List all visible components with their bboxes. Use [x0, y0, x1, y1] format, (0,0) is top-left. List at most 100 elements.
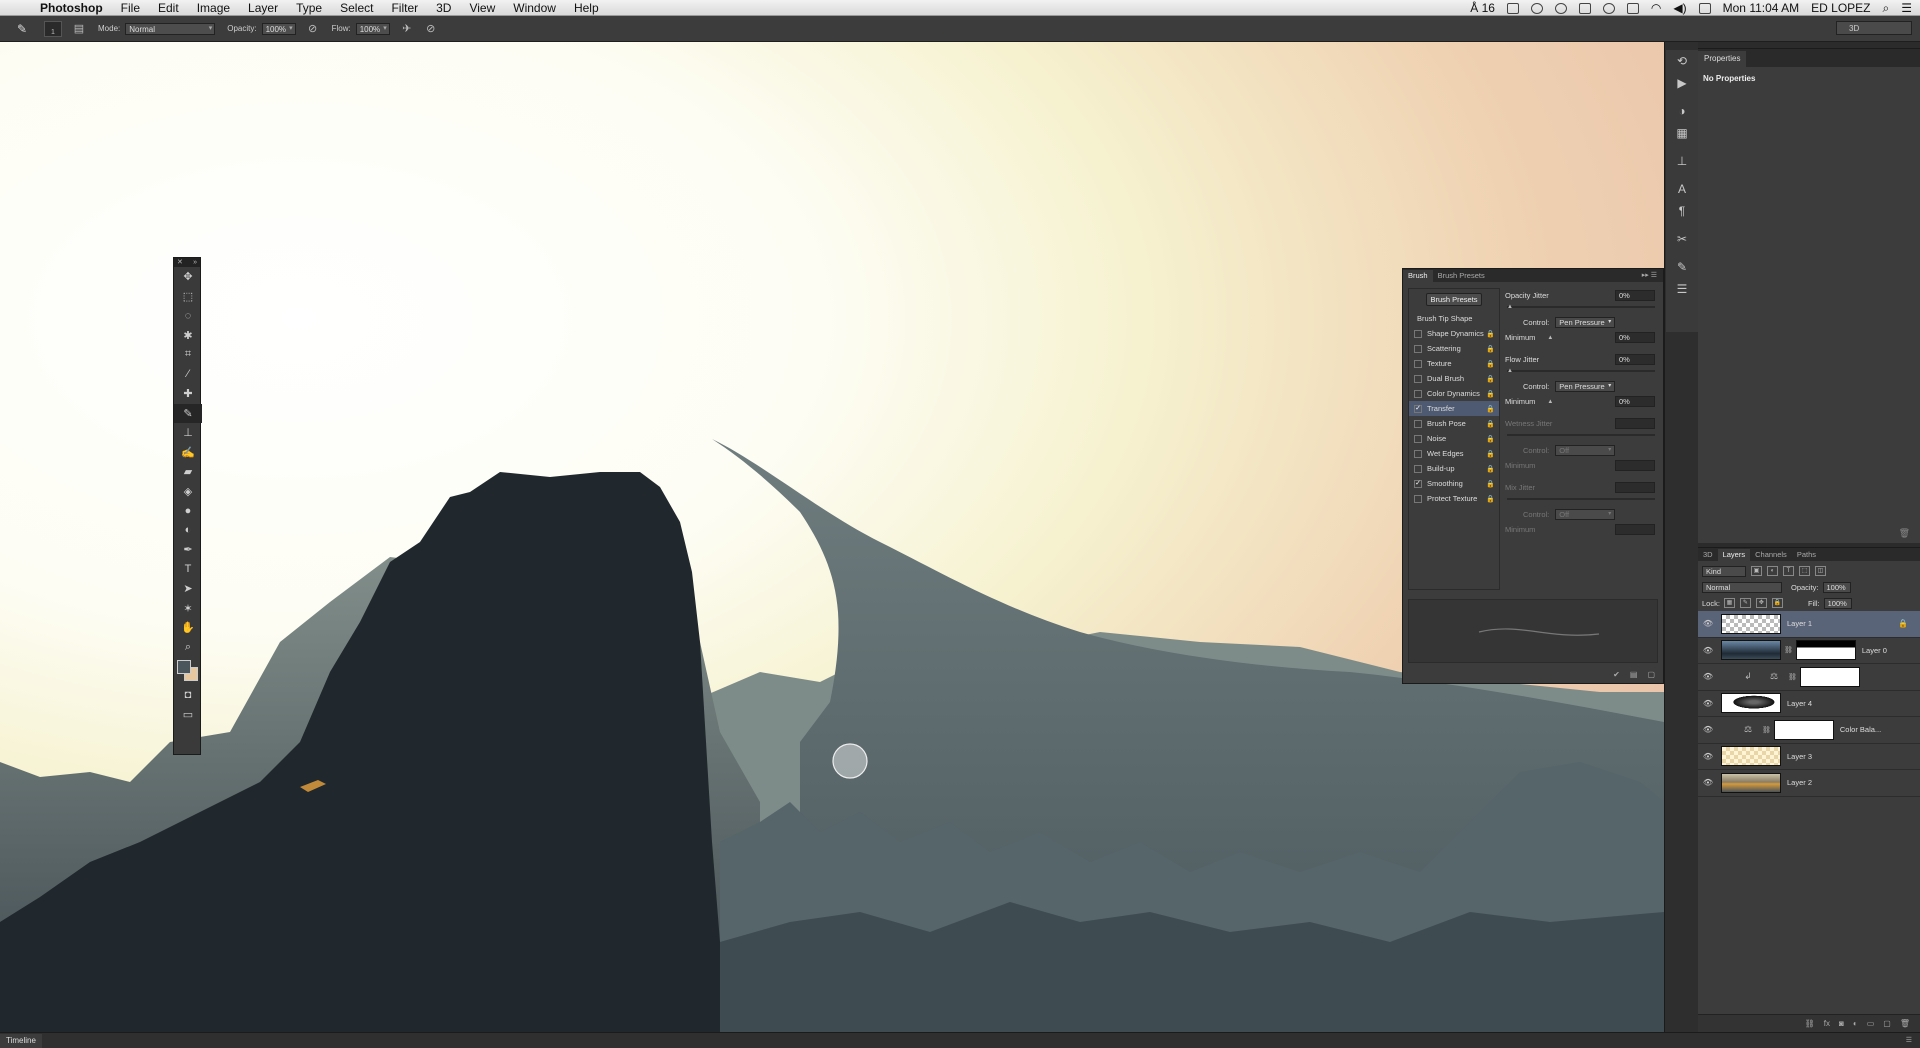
- checkbox[interactable]: [1414, 329, 1422, 338]
- brush-option-wet-edges[interactable]: Wet Edges 🔒: [1409, 446, 1499, 461]
- quick-mask-icon[interactable]: ◘: [174, 685, 202, 705]
- eye-icon[interactable]: 👁: [1698, 752, 1718, 761]
- eye-icon[interactable]: 👁: [1698, 646, 1718, 655]
- wifi-icon[interactable]: ◠: [1651, 1, 1661, 15]
- layer-style-icon[interactable]: fx: [1824, 1019, 1830, 1028]
- checkbox[interactable]: [1414, 344, 1422, 353]
- history-panel-icon[interactable]: ⟲: [1666, 50, 1698, 72]
- menu-type[interactable]: Type: [287, 1, 331, 15]
- checkbox[interactable]: [1414, 494, 1422, 503]
- lock-icon[interactable]: 🔒: [1486, 375, 1495, 383]
- history-brush-tool-icon[interactable]: ✍: [174, 443, 202, 463]
- tools-panel-header[interactable]: ✕»: [174, 258, 200, 267]
- airbrush-icon[interactable]: ✈: [400, 22, 414, 36]
- eye-icon[interactable]: 👁: [1698, 778, 1718, 787]
- tool-presets-panel-icon[interactable]: ✂: [1666, 228, 1698, 250]
- tab-timeline[interactable]: Timeline: [0, 1033, 42, 1048]
- path-select-tool-icon[interactable]: ➤: [174, 579, 202, 599]
- brush-option-noise[interactable]: Noise 🔒: [1409, 431, 1499, 446]
- link-layers-icon[interactable]: ⛓: [1805, 1019, 1815, 1028]
- clone-stamp-tool-icon[interactable]: ⊥: [174, 423, 202, 443]
- layer-row[interactable]: 👁 Layer 3: [1698, 744, 1920, 770]
- type-tool-icon[interactable]: T: [174, 560, 202, 580]
- lock-all-icon[interactable]: 🔒: [1771, 598, 1783, 608]
- menu-help[interactable]: Help: [565, 1, 608, 15]
- brush-option-build-up[interactable]: Build-up 🔒: [1409, 461, 1499, 476]
- blur-tool-icon[interactable]: ●: [174, 501, 202, 521]
- eye-icon[interactable]: 👁: [1698, 725, 1718, 734]
- workspace-switcher[interactable]: 3D: [1836, 21, 1912, 35]
- layer-row[interactable]: 👁 Layer 2: [1698, 770, 1920, 797]
- panel-menu-icon[interactable]: ☰: [1906, 1036, 1912, 1044]
- sync-icon[interactable]: [1530, 2, 1543, 14]
- foreground-color-swatch[interactable]: [177, 660, 191, 674]
- paint-bucket-tool-icon[interactable]: ◈: [174, 482, 202, 502]
- close-icon[interactable]: ✕: [177, 258, 183, 267]
- lock-icon[interactable]: 🔒: [1486, 345, 1495, 353]
- camera-icon[interactable]: [1578, 2, 1591, 14]
- dodge-tool-icon[interactable]: ◐: [174, 521, 202, 541]
- clock[interactable]: Mon 11:04 AM: [1723, 1, 1800, 15]
- blend-mode-select[interactable]: Normal: [1702, 581, 1782, 593]
- brush-option-color-dynamics[interactable]: Color Dynamics 🔒: [1409, 386, 1499, 401]
- create-new-brush-icon[interactable]: ▢: [1647, 670, 1655, 679]
- brush-option-transfer[interactable]: ✓ Transfer 🔒: [1409, 401, 1499, 416]
- lock-icon[interactable]: 🔒: [1486, 450, 1495, 458]
- link-icon[interactable]: ⛓: [1788, 673, 1797, 681]
- new-adjustment-icon[interactable]: ◐: [1853, 1019, 1858, 1028]
- layer-row[interactable]: 👁 ↲ ⚖ ⛓: [1698, 664, 1920, 691]
- layer-row[interactable]: 👁 Layer 1 🔒: [1698, 611, 1920, 638]
- eye-icon[interactable]: 👁: [1698, 699, 1718, 708]
- trash-icon[interactable]: 🗑: [1900, 1019, 1910, 1028]
- expand-icon[interactable]: »: [193, 258, 197, 267]
- add-mask-icon[interactable]: ◙: [1839, 1019, 1844, 1028]
- menu-3d[interactable]: 3D: [427, 1, 460, 15]
- app-menu[interactable]: Photoshop: [38, 1, 112, 15]
- brush-presets-panel-icon[interactable]: ✎: [1666, 256, 1698, 278]
- lock-icon[interactable]: 🔒: [1486, 360, 1495, 368]
- volume-icon[interactable]: ◀): [1673, 1, 1686, 15]
- slider-knob-icon[interactable]: ▲: [1507, 304, 1513, 310]
- type-filter-icon[interactable]: T: [1783, 566, 1794, 576]
- opacity-field[interactable]: 100%: [261, 22, 296, 35]
- dropbox-icon[interactable]: [1506, 2, 1519, 14]
- brush-tool-icon[interactable]: ✎: [14, 21, 30, 37]
- slider-knob-icon[interactable]: ▲: [1507, 368, 1513, 374]
- airplay-icon[interactable]: [1626, 2, 1639, 14]
- zoom-tool-icon[interactable]: ⌕: [174, 638, 202, 658]
- lock-transparent-icon[interactable]: ▦: [1723, 598, 1735, 608]
- shape-tool-icon[interactable]: ✶: [174, 599, 202, 619]
- brush-option-brush-pose[interactable]: Brush Pose 🔒: [1409, 416, 1499, 431]
- panel-menu-icon[interactable]: ▸▸ ☰: [1642, 271, 1657, 279]
- user-name[interactable]: ED LOPEZ: [1811, 1, 1870, 15]
- tab-3d[interactable]: 3D: [1698, 549, 1718, 561]
- brush-option-shape-dynamics[interactable]: Shape Dynamics 🔒: [1409, 326, 1499, 341]
- lock-icon[interactable]: 🔒: [1486, 405, 1495, 413]
- pen-tool-icon[interactable]: ✒: [174, 540, 202, 560]
- flow-jitter-slider[interactable]: ▲: [1505, 367, 1659, 375]
- new-group-icon[interactable]: ▭: [1867, 1019, 1875, 1028]
- checkbox[interactable]: [1414, 434, 1422, 443]
- lock-pixels-icon[interactable]: ✎: [1739, 598, 1751, 608]
- hand-tool-icon[interactable]: ✋: [174, 618, 202, 638]
- lock-icon[interactable]: 🔒: [1486, 330, 1495, 338]
- brush-panel-toggle-icon[interactable]: ▤: [72, 22, 86, 36]
- pressure-size-icon[interactable]: ⊘: [424, 22, 438, 36]
- lock-icon[interactable]: 🔒: [1486, 435, 1495, 443]
- eyedropper-tool-icon[interactable]: ⁄: [174, 365, 202, 385]
- toggle-bristle-preview-icon[interactable]: ✔: [1613, 670, 1620, 679]
- brush-panel-icon[interactable]: ☰: [1666, 278, 1698, 300]
- time-machine-icon[interactable]: [1602, 2, 1615, 14]
- menu-edit[interactable]: Edit: [149, 1, 188, 15]
- checkbox[interactable]: [1414, 389, 1422, 398]
- checkbox[interactable]: [1414, 359, 1422, 368]
- kind-filter-select[interactable]: Kind: [1702, 565, 1746, 577]
- opacity-jitter-field[interactable]: 0%: [1615, 290, 1655, 301]
- pixel-filter-icon[interactable]: ▣: [1751, 566, 1762, 576]
- lock-icon[interactable]: 🔒: [1486, 420, 1495, 428]
- eraser-tool-icon[interactable]: ▰: [174, 462, 202, 482]
- checkbox[interactable]: ✓: [1414, 479, 1422, 488]
- layer-row[interactable]: 👁 Layer 4: [1698, 691, 1920, 717]
- actions-panel-icon[interactable]: ▶: [1666, 72, 1698, 94]
- link-icon[interactable]: ⛓: [1784, 646, 1793, 654]
